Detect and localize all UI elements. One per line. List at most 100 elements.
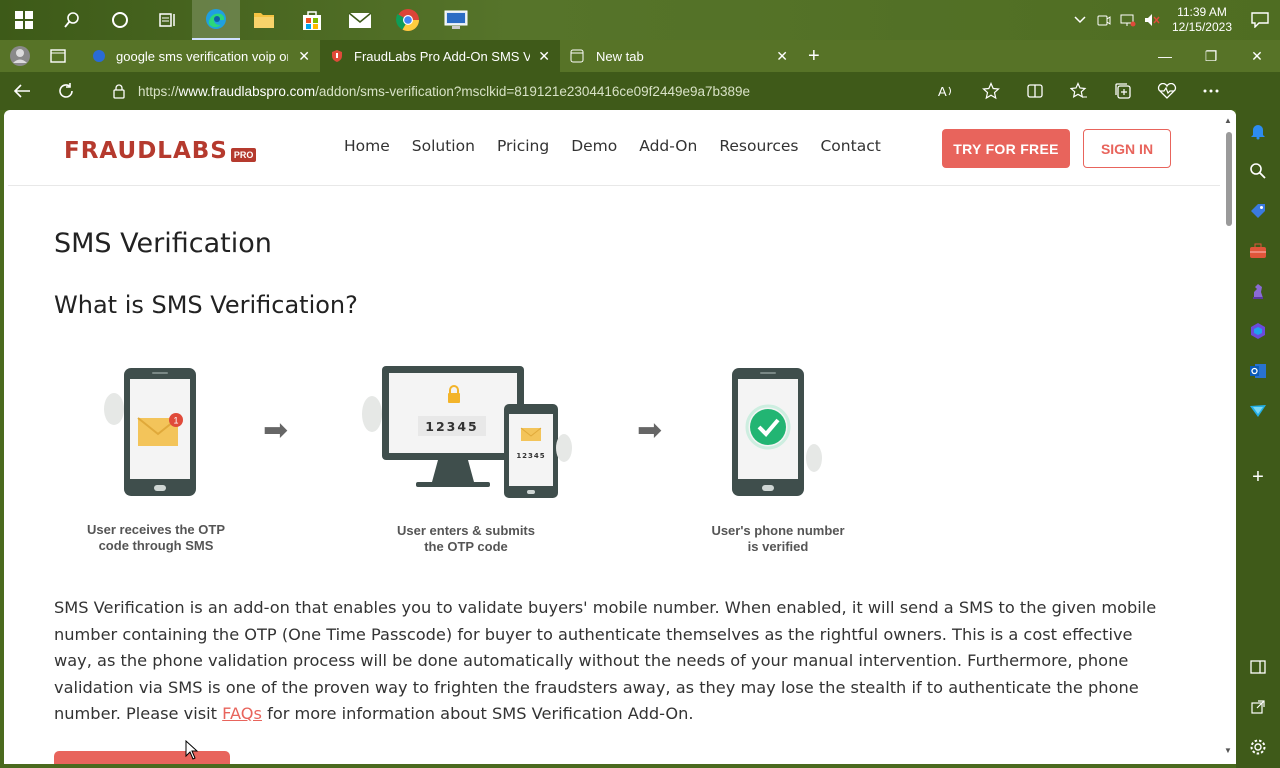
minimize-icon[interactable]: —: [1142, 40, 1188, 72]
step-caption-line: User receives the OTP: [86, 522, 226, 537]
step-caption-line: code through SMS: [98, 538, 214, 553]
step-caption-line: User enters & submits: [397, 523, 535, 538]
read-aloud-icon[interactable]: A: [925, 72, 969, 110]
edge-icon[interactable]: [192, 0, 240, 40]
back-arrow-icon[interactable]: [0, 72, 44, 110]
nav-demo[interactable]: Demo: [571, 137, 617, 155]
tab-new-tab[interactable]: New tab ✕: [560, 40, 798, 72]
logo-pro-badge: PRO: [230, 148, 257, 162]
scroll-up-icon[interactable]: ▲: [1224, 116, 1232, 125]
try-for-free-button[interactable]: TRY FOR FREE: [942, 129, 1070, 168]
search-icon[interactable]: [48, 0, 96, 40]
task-view-icon[interactable]: [144, 0, 192, 40]
nav-solution[interactable]: Solution: [412, 137, 475, 155]
microsoft365-icon[interactable]: [1247, 320, 1269, 342]
browser-essentials-icon[interactable]: [1145, 72, 1189, 110]
favorites-icon[interactable]: [1057, 72, 1101, 110]
windows-start-icon[interactable]: [0, 0, 48, 40]
refresh-icon[interactable]: [44, 72, 88, 110]
faqs-link[interactable]: FAQs: [222, 704, 262, 723]
close-tab-icon[interactable]: ✕: [298, 48, 310, 65]
step-caption-line: the OTP code: [424, 539, 508, 554]
nav-home[interactable]: Home: [344, 137, 390, 155]
url-host: www.fraudlabspro.com: [178, 83, 316, 99]
favorite-star-icon[interactable]: [969, 72, 1013, 110]
network-icon[interactable]: [1116, 13, 1140, 27]
clock[interactable]: 11:39 AM 12/15/2023: [1164, 5, 1240, 35]
new-tab-plus-icon[interactable]: +: [798, 40, 838, 72]
monitor-otp-illustration: 12345 12345: [362, 366, 572, 498]
chevron-up-icon[interactable]: [1068, 16, 1092, 24]
phone-envelope-illustration: 1: [104, 368, 196, 496]
search-icon[interactable]: [1247, 160, 1269, 182]
restore-icon[interactable]: ❐: [1188, 40, 1234, 72]
tab-label: New tab: [596, 48, 644, 64]
tools-briefcase-icon[interactable]: [1247, 240, 1269, 262]
tab-label: google sms verification voip onli: [116, 48, 288, 64]
close-tab-icon[interactable]: ✕: [776, 48, 788, 65]
otp-code-large: 12345: [425, 419, 479, 434]
add-sidebar-app-icon[interactable]: +: [1247, 466, 1269, 488]
profile-avatar-icon[interactable]: [0, 40, 40, 72]
outlook-icon[interactable]: [1247, 360, 1269, 382]
svg-text:A: A: [938, 84, 947, 99]
meet-now-icon[interactable]: [1092, 13, 1116, 27]
store-icon[interactable]: [288, 0, 336, 40]
mail-icon[interactable]: [336, 0, 384, 40]
address-bar[interactable]: https://www.fraudlabspro.com/addon/sms-v…: [98, 76, 1013, 106]
web-page-viewport: FRAUDLABS PRO Home Solution Pricing Demo…: [4, 110, 1236, 764]
page-scrollbar[interactable]: ▲ ▼: [1222, 110, 1236, 764]
nav-resources[interactable]: Resources: [719, 137, 798, 155]
notification-icon[interactable]: [1240, 12, 1280, 28]
site-header: FRAUDLABS PRO Home Solution Pricing Demo…: [8, 110, 1220, 186]
clock-date: 12/15/2023: [1171, 20, 1232, 34]
split-screen-icon[interactable]: [1013, 72, 1057, 110]
paragraph-text: for more information about SMS Verificat…: [261, 704, 694, 723]
close-window-icon[interactable]: ✕: [1234, 40, 1280, 72]
url-path: /addon/sms-verification?msclkid=819121e2…: [315, 83, 751, 99]
otp-code-small: 12345: [516, 452, 545, 460]
volume-muted-icon[interactable]: [1140, 13, 1164, 27]
nav-add-on[interactable]: Add-On: [639, 137, 697, 155]
step-2-caption: User enters & submits the OTP code: [378, 523, 554, 555]
browser-tab-strip: google sms verification voip onli ✕ Frau…: [0, 40, 1280, 72]
fraudlabs-favicon-icon: [332, 50, 342, 62]
scroll-down-icon[interactable]: ▼: [1224, 746, 1232, 755]
url-prefix: https://: [138, 83, 179, 99]
google-favicon-icon: [93, 50, 105, 62]
cta-button[interactable]: [54, 751, 230, 764]
games-chess-icon[interactable]: [1247, 280, 1269, 302]
remote-desktop-icon[interactable]: [432, 0, 480, 40]
tab-google-search[interactable]: google sms verification voip onli ✕: [82, 40, 320, 72]
tab-actions-icon[interactable]: [40, 40, 82, 72]
hide-sidebar-icon[interactable]: [1247, 656, 1269, 678]
windows-taskbar: 11:39 AM 12/15/2023: [0, 0, 1280, 40]
notification-count: 1: [173, 416, 178, 426]
step-caption-line: User's phone number: [711, 523, 845, 538]
tab-fraudlabs[interactable]: FraudLabs Pro Add-On SMS Verif ✕: [320, 40, 560, 72]
settings-gear-icon[interactable]: [1247, 736, 1269, 758]
chrome-icon[interactable]: [384, 0, 432, 40]
mouse-cursor-icon: [185, 740, 199, 760]
drop-send-icon[interactable]: [1247, 400, 1269, 422]
file-explorer-icon[interactable]: [240, 0, 288, 40]
sign-in-button[interactable]: SIGN IN: [1083, 129, 1171, 168]
collections-icon[interactable]: [1101, 72, 1145, 110]
open-external-icon[interactable]: [1247, 696, 1269, 718]
fraudlabs-logo[interactable]: FRAUDLABS PRO: [64, 138, 257, 164]
system-tray: 11:39 AM 12/15/2023: [1068, 0, 1280, 40]
nav-pricing[interactable]: Pricing: [497, 137, 549, 155]
close-tab-icon[interactable]: ✕: [538, 48, 550, 65]
arrow-right-icon: ➡: [263, 414, 289, 447]
description-paragraph: SMS Verification is an add-on that enabl…: [54, 595, 1174, 728]
cortana-icon[interactable]: [96, 0, 144, 40]
lock-icon[interactable]: [112, 83, 126, 99]
notification-bell-icon[interactable]: [1247, 120, 1269, 142]
shopping-tag-icon[interactable]: [1247, 200, 1269, 222]
edge-sidebar: +: [1236, 72, 1280, 768]
clock-time: 11:39 AM: [1177, 5, 1227, 19]
step-3-caption: User's phone number is verified: [690, 523, 866, 555]
more-options-icon[interactable]: [1189, 72, 1233, 110]
scrollbar-thumb[interactable]: [1226, 132, 1232, 226]
nav-contact[interactable]: Contact: [820, 137, 880, 155]
